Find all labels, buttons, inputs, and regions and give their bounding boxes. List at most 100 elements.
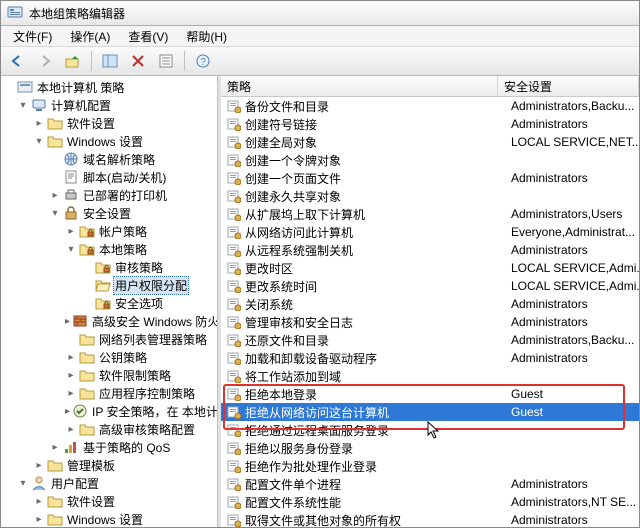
menu-file[interactable]: 文件(F) bbox=[5, 26, 60, 47]
tree-node[interactable]: ▸基于策略的 QoS bbox=[1, 438, 217, 456]
tree-node[interactable]: ▸ 软件设置 bbox=[1, 492, 217, 510]
lock-icon bbox=[63, 205, 79, 221]
expander-icon[interactable]: ▸ bbox=[65, 316, 70, 327]
tree-node[interactable]: ▾用户配置 bbox=[1, 474, 217, 492]
policy-row[interactable]: 拒绝以服务身份登录 bbox=[221, 439, 639, 457]
tree-label: 网络列表管理器策略 bbox=[97, 331, 209, 348]
policy-row[interactable]: 创建永久共享对象 bbox=[221, 187, 639, 205]
delete-button[interactable] bbox=[126, 49, 150, 73]
policy-row[interactable]: 配置文件单个进程Administrators bbox=[221, 475, 639, 493]
tree-node[interactable]: ▸应用程序控制策略 bbox=[1, 384, 217, 402]
policy-row[interactable]: 创建全局对象LOCAL SERVICE,NET... bbox=[221, 133, 639, 151]
column-security[interactable]: 安全设置 bbox=[498, 76, 639, 96]
policy-row[interactable]: 拒绝本地登录Guest bbox=[221, 385, 639, 403]
menu-help[interactable]: 帮助(H) bbox=[178, 26, 235, 47]
expander-icon[interactable]: ▸ bbox=[49, 190, 61, 201]
policy-row[interactable]: 取得文件或其他对象的所有权Administrators bbox=[221, 511, 639, 527]
policy-row[interactable]: 管理审核和安全日志Administrators bbox=[221, 313, 639, 331]
expander-icon[interactable]: ▸ bbox=[33, 460, 45, 471]
tree-pane[interactable]: 本地计算机 策略▾计算机配置 ▸ 软件设置 ▾ Windows 设置域名解析策略脚本(启… bbox=[1, 76, 218, 527]
delete-icon bbox=[131, 54, 145, 68]
tree-label: Windows 设置 bbox=[65, 133, 145, 150]
list-body[interactable]: 备份文件和目录Administrators,Backu...创建符号链接Admi… bbox=[221, 97, 639, 527]
tree-node[interactable]: ▸软件设置 bbox=[1, 114, 217, 132]
policy-row[interactable]: 加载和卸载设备驱动程序Administrators bbox=[221, 349, 639, 367]
policy-row[interactable]: 还原文件和目录Administrators,Backu... bbox=[221, 331, 639, 349]
expander-icon[interactable]: ▸ bbox=[33, 496, 45, 507]
tree-node[interactable]: ▸IP 安全策略，在 本地计算机 bbox=[1, 402, 217, 420]
tree-label: 审核策略 bbox=[113, 259, 165, 276]
tree-node[interactable]: 脚本(启动/关机) bbox=[1, 168, 217, 186]
tree-label: 软件设置 bbox=[65, 493, 117, 510]
tree-node[interactable]: 安全选项 bbox=[1, 294, 217, 312]
tree-node[interactable]: ▸已部署的打印机 bbox=[1, 186, 217, 204]
up-button[interactable] bbox=[61, 49, 85, 73]
help-button[interactable]: ? bbox=[191, 49, 215, 73]
tree-node[interactable]: ▸管理模板 bbox=[1, 456, 217, 474]
policy-row[interactable]: 关闭系统Administrators bbox=[221, 295, 639, 313]
expander-icon[interactable]: ▾ bbox=[17, 478, 29, 489]
policy-row[interactable]: 从网络访问此计算机Everyone,Administrat... bbox=[221, 223, 639, 241]
tree-node[interactable]: 网络列表管理器策略 bbox=[1, 330, 217, 348]
security-setting: Guest bbox=[511, 405, 639, 419]
tree-node[interactable]: ▸帐户策略 bbox=[1, 222, 217, 240]
security-setting: LOCAL SERVICE,Admi... bbox=[511, 279, 639, 293]
policy-row[interactable]: 创建一个令牌对象 bbox=[221, 151, 639, 169]
tree-node[interactable]: ▸Windows 设置 bbox=[1, 510, 217, 527]
expander-icon[interactable]: ▸ bbox=[65, 388, 77, 399]
policy-item-icon bbox=[227, 117, 241, 131]
expander-icon[interactable]: ▾ bbox=[33, 136, 45, 147]
policy-row[interactable]: 配置文件系统性能Administrators,NT SE... bbox=[221, 493, 639, 511]
panes-icon bbox=[102, 53, 118, 69]
tree-node[interactable]: 域名解析策略 bbox=[1, 150, 217, 168]
show-hide-button[interactable] bbox=[98, 49, 122, 73]
expander-icon[interactable]: ▸ bbox=[65, 352, 77, 363]
policy-item-icon bbox=[227, 207, 241, 221]
security-setting: Administrators,Users bbox=[511, 207, 639, 221]
expander-icon[interactable]: ▸ bbox=[65, 370, 77, 381]
expander-icon[interactable]: ▸ bbox=[33, 514, 45, 525]
gpedit-icon bbox=[7, 5, 23, 21]
tree-node[interactable]: ▸高级安全 Windows 防火墙 bbox=[1, 312, 217, 330]
menu-action[interactable]: 操作(A) bbox=[62, 26, 118, 47]
dns-icon bbox=[63, 151, 79, 167]
tree-node[interactable]: ▾本地策略 bbox=[1, 240, 217, 258]
expander-icon[interactable]: ▾ bbox=[17, 100, 29, 111]
policy-row[interactable]: 更改时区LOCAL SERVICE,Admi... bbox=[221, 259, 639, 277]
policy-row[interactable]: 拒绝作为批处理作业登录 bbox=[221, 457, 639, 475]
policy-row[interactable]: 从远程系统强制关机Administrators bbox=[221, 241, 639, 259]
tree-node[interactable]: ▸公钥策略 bbox=[1, 348, 217, 366]
tree-node[interactable]: ▸高级审核策略配置 bbox=[1, 420, 217, 438]
expander-icon[interactable]: ▸ bbox=[33, 118, 45, 129]
policy-name: 拒绝以服务身份登录 bbox=[245, 440, 353, 457]
tree-node[interactable]: 审核策略 bbox=[1, 258, 217, 276]
expander-icon[interactable]: ▾ bbox=[49, 208, 61, 219]
column-policy[interactable]: 策略 bbox=[221, 76, 498, 96]
policy-row[interactable]: 拒绝通过远程桌面服务登录 bbox=[221, 421, 639, 439]
expander-icon[interactable]: ▸ bbox=[65, 226, 77, 237]
tree-node[interactable]: 本地计算机 策略 bbox=[1, 78, 217, 96]
expander-icon[interactable]: ▸ bbox=[49, 442, 61, 453]
back-button[interactable] bbox=[5, 49, 29, 73]
expander-icon[interactable]: ▸ bbox=[65, 406, 70, 417]
forward-button[interactable] bbox=[33, 49, 57, 73]
policy-item-icon bbox=[227, 333, 241, 347]
policy-row[interactable]: 拒绝从网络访问这台计算机Guest bbox=[221, 403, 639, 421]
policy-row[interactable]: 将工作站添加到域 bbox=[221, 367, 639, 385]
policy-row[interactable]: 更改系统时间LOCAL SERVICE,Admi... bbox=[221, 277, 639, 295]
tree-node[interactable]: ▸软件限制策略 bbox=[1, 366, 217, 384]
properties-button[interactable] bbox=[154, 49, 178, 73]
policy-row[interactable]: 从扩展坞上取下计算机Administrators,Users bbox=[221, 205, 639, 223]
folder-up-icon bbox=[65, 53, 81, 69]
firewall-icon bbox=[72, 313, 88, 329]
tree-node[interactable]: ▾ Windows 设置 bbox=[1, 132, 217, 150]
tree-node[interactable]: ▾安全设置 bbox=[1, 204, 217, 222]
menu-view[interactable]: 查看(V) bbox=[120, 26, 176, 47]
tree-node[interactable]: 用户权限分配 bbox=[1, 276, 217, 294]
expander-icon[interactable]: ▾ bbox=[65, 244, 77, 255]
expander-icon[interactable]: ▸ bbox=[65, 424, 77, 435]
policy-row[interactable]: 创建符号链接Administrators bbox=[221, 115, 639, 133]
tree-node[interactable]: ▾计算机配置 bbox=[1, 96, 217, 114]
policy-row[interactable]: 创建一个页面文件Administrators bbox=[221, 169, 639, 187]
policy-row[interactable]: 备份文件和目录Administrators,Backu... bbox=[221, 97, 639, 115]
